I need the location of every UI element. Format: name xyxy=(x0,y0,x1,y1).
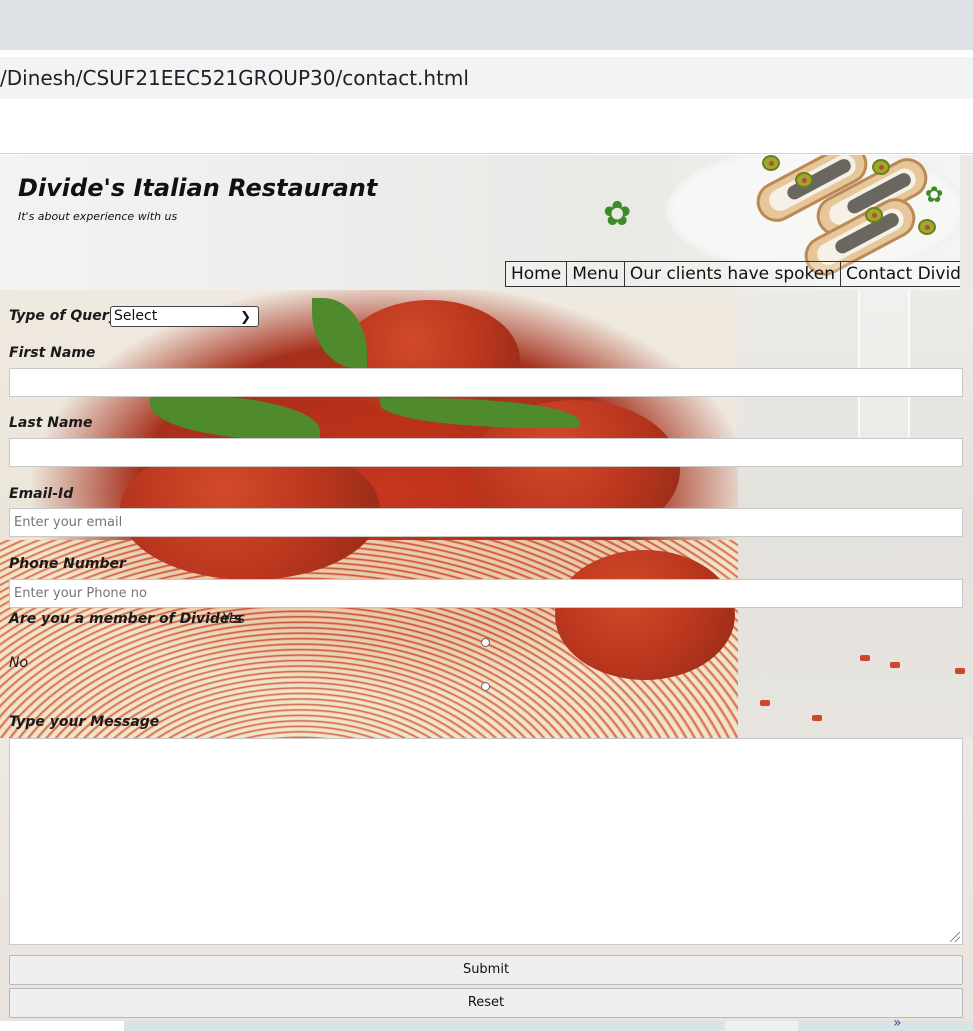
browser-divider xyxy=(0,50,973,57)
email-field[interactable]: Enter your email xyxy=(9,508,963,537)
double-chevron-right-icon[interactable]: » xyxy=(893,1015,902,1031)
phone-label: Phone Number xyxy=(9,556,126,572)
contact-section: Type of Query Select ❯ First Name Last N… xyxy=(0,290,973,1031)
query-type-select[interactable]: Select ❯ xyxy=(110,306,259,327)
olive-decoration xyxy=(762,155,780,171)
first-name-label: First Name xyxy=(9,345,96,361)
message-textarea[interactable] xyxy=(9,738,963,945)
email-label: Email-Id xyxy=(9,486,74,502)
footer-segment xyxy=(725,1021,798,1031)
member-yes-label: Yes xyxy=(222,611,245,627)
nav-testimonials-link[interactable]: Our clients have spoken xyxy=(623,261,842,287)
olive-decoration xyxy=(918,219,936,235)
olive-decoration xyxy=(795,172,813,188)
member-no-radio[interactable] xyxy=(481,682,490,691)
footer-strip: » xyxy=(0,1015,973,1031)
olive-decoration xyxy=(872,159,890,175)
query-type-label: Type of Query xyxy=(9,308,118,324)
message-label: Type your Message xyxy=(9,714,160,730)
submit-button[interactable]: Submit xyxy=(9,955,963,985)
address-bar[interactable]: /Dinesh/CSUF21EEC521GROUP30/contact.html xyxy=(0,57,973,99)
member-no-label: No xyxy=(9,655,29,671)
parsley-decoration: ✿ xyxy=(925,183,944,208)
last-name-label: Last Name xyxy=(9,415,93,431)
footer-segment xyxy=(0,1021,124,1031)
olive-decoration xyxy=(865,207,883,223)
parsley-decoration: ✿ xyxy=(603,194,632,234)
reset-button[interactable]: Reset xyxy=(9,988,963,1018)
address-bar-url[interactable]: /Dinesh/CSUF21EEC521GROUP30/contact.html xyxy=(0,66,469,90)
nav-contact-link[interactable]: Contact Divide xyxy=(840,261,960,287)
last-name-field[interactable] xyxy=(9,438,963,467)
member-yes-radio[interactable] xyxy=(481,638,490,647)
nav-menu-link[interactable]: Menu xyxy=(566,261,625,287)
member-question-label: Are you a member of Divide's xyxy=(9,611,243,627)
restaurant-title: Divide's Italian Restaurant xyxy=(18,174,378,202)
header-edge xyxy=(960,155,973,290)
site-header: ✿ ✿ Divide's Italian Restaurant It's abo… xyxy=(0,155,960,290)
browser-tab-strip xyxy=(0,0,973,50)
phone-field[interactable]: Enter your Phone no xyxy=(9,579,963,608)
contact-form: Type of Query Select ❯ First Name Last N… xyxy=(0,290,973,1031)
first-name-field[interactable] xyxy=(9,368,963,397)
chevron-down-icon: ❯ xyxy=(240,310,251,325)
query-type-selected: Select xyxy=(114,308,158,324)
bookmarks-bar xyxy=(0,99,973,154)
resize-grip-icon[interactable] xyxy=(950,932,960,942)
nav-home-link[interactable]: Home xyxy=(505,261,568,287)
restaurant-tagline: It's about experience with us xyxy=(18,210,178,223)
main-nav: Home Menu Our clients have spoken Contac… xyxy=(505,261,960,287)
